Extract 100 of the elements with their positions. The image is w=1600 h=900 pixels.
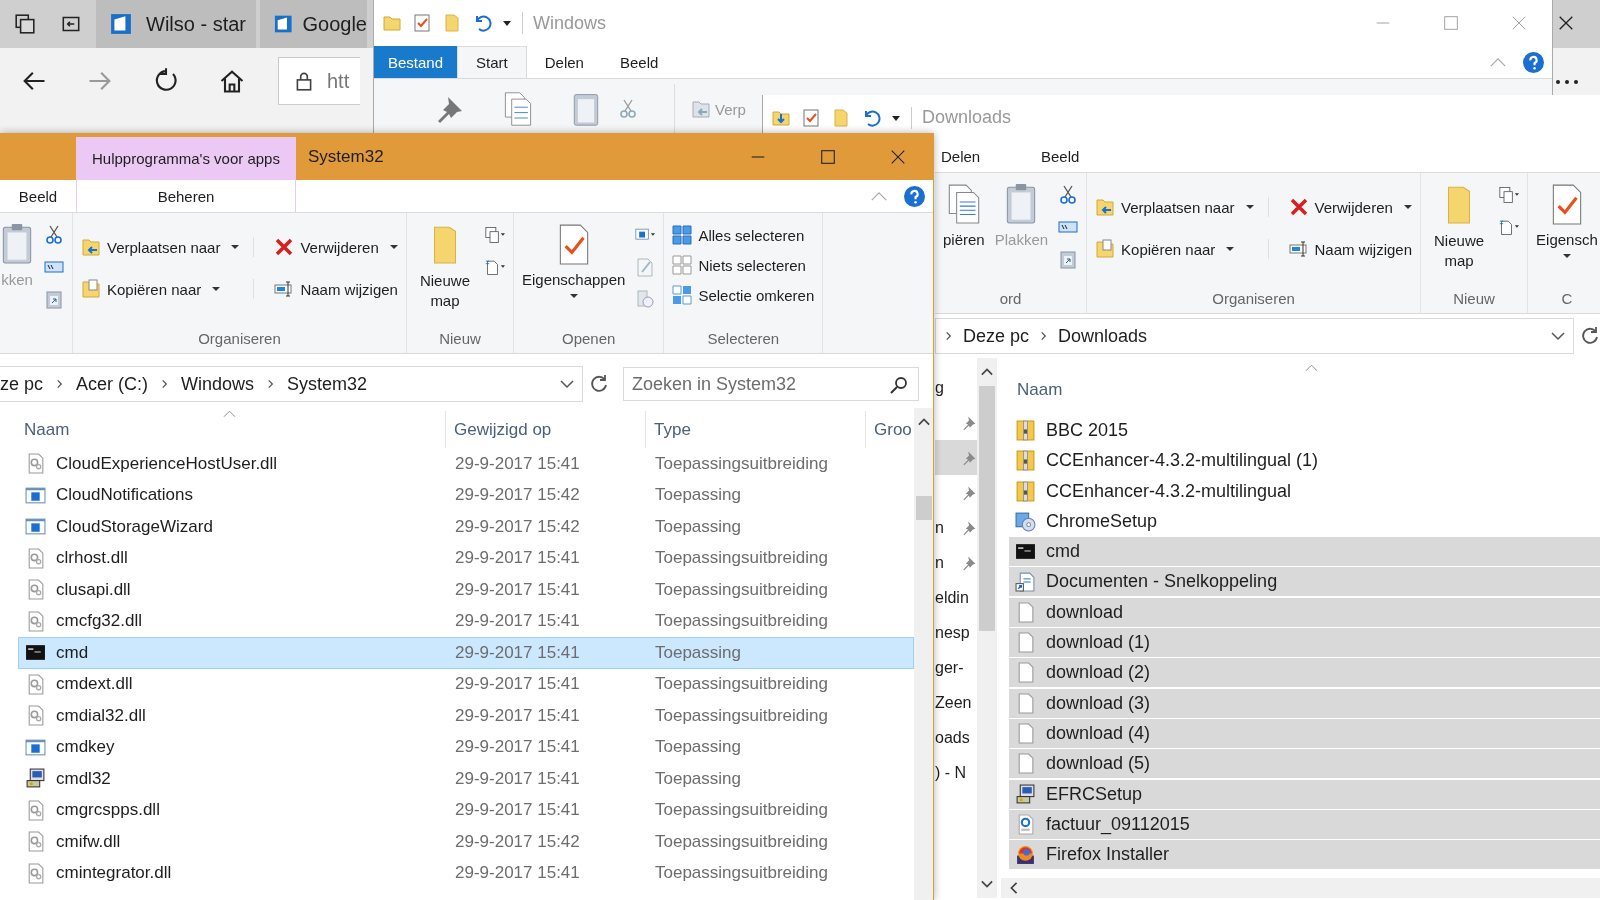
nav-item[interactable]: oads bbox=[935, 720, 977, 755]
properties-button[interactable]: Eigenschappen bbox=[521, 221, 626, 298]
pin-icon[interactable] bbox=[961, 414, 977, 431]
file-row[interactable]: CloudStorageWizard 29-9-2017 15:42 Toepassing bbox=[18, 511, 914, 543]
dropdown-icon[interactable] bbox=[560, 379, 574, 389]
breadcrumb-item[interactable]: Deze pc bbox=[963, 325, 1030, 347]
file-row[interactable]: download (3) bbox=[1009, 688, 1600, 718]
scroll-up-icon[interactable] bbox=[917, 416, 930, 428]
ribbon-tab[interactable]: Beeld bbox=[0, 180, 76, 212]
file-row[interactable]: clrhost.dll 29-9-2017 15:41 Toepassingsuitbreiding bbox=[18, 542, 914, 574]
file-row[interactable]: Firefox Installer bbox=[1009, 840, 1600, 870]
address-bar[interactable]: Deze pc Downloads bbox=[935, 318, 1574, 354]
rename-button[interactable]: Naam wijzigen bbox=[274, 279, 398, 299]
nav-item[interactable]: n bbox=[935, 545, 977, 580]
ribbon-tab[interactable]: Beeld bbox=[601, 46, 677, 78]
nav-item[interactable]: eldin bbox=[935, 580, 977, 615]
copy-icon[interactable] bbox=[502, 91, 534, 127]
scissors-icon[interactable] bbox=[44, 225, 64, 245]
column-header[interactable]: Naam bbox=[18, 411, 446, 448]
new-item-icon[interactable] bbox=[1499, 185, 1520, 205]
column-header[interactable]: Gewijzigd op bbox=[446, 411, 646, 448]
browser-tab[interactable]: Google bbox=[260, 0, 367, 48]
properties-icon[interactable] bbox=[801, 107, 821, 128]
paste-shortcut-icon[interactable] bbox=[44, 289, 64, 309]
file-row[interactable]: cmcfg32.dll 29-9-2017 15:41 Toepassingsuitbreiding bbox=[18, 605, 914, 637]
file-row[interactable]: cmdl32 29-9-2017 15:41 Toepassing bbox=[18, 763, 914, 795]
file-row[interactable]: cmgrcspps.dll 29-9-2017 15:41 Toepassingsuitbreiding bbox=[18, 794, 914, 826]
browser-tab[interactable]: Wilso - star bbox=[96, 0, 256, 48]
paste-shortcut-icon[interactable] bbox=[1058, 249, 1079, 269]
file-row[interactable]: CCEnhancer-4.3.2-multilingual (1) bbox=[1009, 446, 1600, 476]
file-row[interactable]: factuur_09112015 bbox=[1009, 809, 1600, 839]
collapse-icon[interactable] bbox=[870, 190, 888, 202]
move-to-button[interactable]: Verplaatsen naar bbox=[1095, 197, 1269, 217]
pin-icon[interactable] bbox=[961, 519, 977, 536]
scroll-down-icon[interactable] bbox=[981, 878, 993, 890]
nav-item[interactable] bbox=[935, 440, 977, 475]
pin-icon[interactable] bbox=[961, 484, 977, 501]
file-row[interactable]: download (4) bbox=[1009, 718, 1600, 748]
file-row[interactable]: ChromeSetup bbox=[1009, 506, 1600, 536]
history-icon[interactable] bbox=[635, 289, 656, 309]
selection-button[interactable]: Selectie omkeren bbox=[672, 285, 815, 305]
refresh-icon[interactable] bbox=[589, 374, 609, 394]
file-row[interactable]: EFRCSetup bbox=[1009, 779, 1600, 809]
scroll-left-icon[interactable] bbox=[1009, 882, 1019, 894]
refresh-icon[interactable] bbox=[1580, 326, 1600, 346]
file-menu-button[interactable]: Bestand bbox=[374, 46, 458, 78]
pin-icon[interactable] bbox=[961, 449, 977, 466]
scroll-up-icon[interactable] bbox=[981, 366, 993, 378]
column-header[interactable]: Groo bbox=[866, 411, 914, 448]
nav-item[interactable]: g bbox=[935, 370, 977, 405]
breadcrumb-item[interactable]: ze pc bbox=[0, 373, 44, 395]
nav-item[interactable]: n bbox=[935, 510, 977, 545]
file-row[interactable]: clusapi.dll 29-9-2017 15:41 Toepassingsuitbreiding bbox=[18, 574, 914, 606]
maximize-icon[interactable] bbox=[819, 147, 837, 166]
file-row[interactable]: CloudNotifications 29-9-2017 15:42 Toepassing bbox=[18, 479, 914, 511]
breadcrumb-item[interactable]: Acer (C:) bbox=[76, 373, 149, 395]
search-field[interactable]: Zoeken in System32 bbox=[623, 367, 919, 401]
nav-item[interactable]: ger- bbox=[935, 650, 977, 685]
new-folder-button[interactable]: Nieuwe map bbox=[1429, 181, 1490, 271]
ribbon-tab[interactable]: Beeld bbox=[1035, 140, 1135, 172]
scissors-icon[interactable] bbox=[1058, 185, 1079, 205]
scrollbar[interactable] bbox=[1001, 878, 1600, 898]
nav-item[interactable]: nesp bbox=[935, 615, 977, 650]
pin-icon[interactable] bbox=[961, 554, 977, 571]
delete-button[interactable]: Verwijderen bbox=[1288, 197, 1413, 217]
ribbon-tab[interactable]: Delen bbox=[935, 140, 1035, 172]
file-row[interactable]: download (2) bbox=[1009, 658, 1600, 688]
address-field[interactable]: htt bbox=[278, 57, 360, 105]
selection-button[interactable]: Niets selecteren bbox=[672, 255, 815, 275]
breadcrumb-item[interactable]: System32 bbox=[287, 373, 368, 395]
copy-button[interactable]: piëren bbox=[943, 181, 985, 248]
close-icon[interactable] bbox=[1557, 14, 1575, 32]
file-row[interactable]: BBC 2015 bbox=[1009, 416, 1600, 445]
column-header[interactable]: Naam bbox=[1017, 380, 1600, 406]
file-row[interactable]: CCEnhancer-4.3.2-multilingual bbox=[1009, 476, 1600, 506]
address-bar[interactable]: ze pc Acer (C:) Windows System32 bbox=[0, 366, 583, 402]
file-row[interactable]: cmdkey 29-9-2017 15:41 Toepassing bbox=[18, 731, 914, 763]
file-row[interactable]: cmifw.dll 29-9-2017 15:42 Toepassingsuitbreiding bbox=[18, 826, 914, 858]
help-icon[interactable] bbox=[1523, 51, 1544, 73]
ribbon-tab[interactable]: Delen bbox=[526, 46, 602, 78]
ribbon-tab[interactable]: Start bbox=[457, 46, 527, 78]
selection-button[interactable]: Alles selecteren bbox=[672, 225, 815, 245]
scroll-thumb[interactable] bbox=[979, 386, 995, 631]
properties-button[interactable]: Eigensch bbox=[1536, 181, 1598, 258]
column-header[interactable]: Type bbox=[646, 411, 866, 448]
rename-button[interactable]: Naam wijzigen bbox=[1288, 239, 1413, 259]
copy-to-button[interactable]: Kopiëren naar bbox=[81, 279, 255, 299]
file-row[interactable]: cmd 29-9-2017 15:41 Toepassing bbox=[18, 637, 914, 669]
more-icon[interactable] bbox=[1554, 78, 1580, 86]
move-to-button[interactable]: Verplaatsen naar bbox=[81, 237, 255, 257]
file-row[interactable]: cmd bbox=[1009, 537, 1600, 567]
file-row[interactable]: download (5) bbox=[1009, 749, 1600, 779]
breadcrumb-item[interactable]: Windows bbox=[181, 373, 255, 395]
collapse-icon[interactable] bbox=[1489, 56, 1507, 68]
dropdown-icon[interactable] bbox=[1551, 331, 1565, 341]
new-item-icon[interactable] bbox=[484, 225, 505, 245]
new-folder-button[interactable]: Nieuwe map bbox=[414, 221, 475, 311]
file-row[interactable]: CloudExperienceHostUser.dll 29-9-2017 15:41 Toepassingsuitbreiding bbox=[18, 448, 914, 480]
caret-icon[interactable] bbox=[502, 18, 512, 28]
delete-button[interactable]: Verwijderen bbox=[274, 237, 398, 257]
